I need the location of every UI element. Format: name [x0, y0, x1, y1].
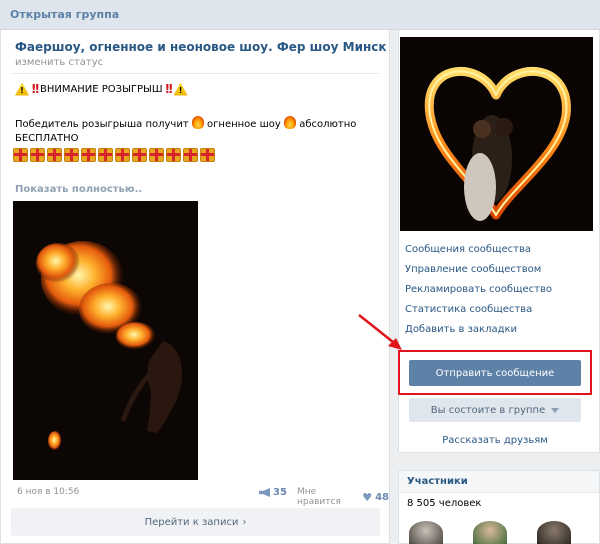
gift-icon — [115, 148, 130, 162]
gift-icon — [200, 148, 215, 162]
gift-icon — [166, 148, 181, 162]
post-date[interactable]: 6 ноя в 10:56 — [17, 487, 79, 497]
community-menu: Сообщения сообщества Управление сообщест… — [405, 243, 552, 343]
share-button[interactable]: 35 — [259, 487, 287, 498]
post-photo[interactable] — [13, 201, 198, 480]
flame-icon — [284, 116, 296, 129]
menu-item-statistics[interactable]: Статистика сообщества — [405, 303, 552, 323]
menu-item-advertise[interactable]: Рекламировать сообщество — [405, 283, 552, 303]
member-avatar[interactable] — [537, 521, 571, 544]
goto-post-label: Перейти к записи — [144, 516, 239, 528]
members-card: Участники 8 505 человек — [398, 470, 600, 544]
menu-item-messages[interactable]: Сообщения сообщества — [405, 243, 552, 263]
announcement-text: ВНИМАНИЕ РОЗЫГРЫШ — [39, 83, 163, 95]
send-message-button[interactable]: Отправить сообщение — [409, 360, 581, 386]
community-card: Сообщения сообщества Управление сообщест… — [398, 30, 600, 453]
gift-icon — [64, 148, 79, 162]
members-title[interactable]: Участники — [399, 471, 599, 493]
megaphone-icon — [259, 488, 270, 497]
post-text: Победитель розыгрыша получит огненное шо… — [15, 116, 375, 146]
post-text-part1: Победитель розыгрыша получит — [15, 119, 189, 130]
chevron-down-icon — [551, 407, 560, 413]
gift-icon — [30, 148, 45, 162]
like-button[interactable]: Мне нравится ♥ 48 — [297, 487, 389, 507]
menu-item-bookmark[interactable]: Добавить в закладки — [405, 323, 552, 343]
flame-icon — [191, 116, 204, 129]
group-type-label: Открытая группа — [10, 8, 120, 21]
post-panel: Фаершоу, огненное и неоновое шоу. Фер шо… — [0, 30, 390, 544]
gift-icon — [183, 148, 198, 162]
edit-status-link[interactable]: изменить статус — [15, 57, 103, 68]
fire-breather-image — [13, 201, 198, 480]
exclamation-icon: !! — [31, 82, 40, 96]
gift-icon — [98, 148, 113, 162]
warning-icon: ! — [15, 82, 29, 96]
divider — [11, 73, 379, 74]
chevron-right-icon: › — [242, 516, 247, 528]
right-column: Сообщения сообщества Управление сообщест… — [398, 30, 600, 544]
announcement-line: ! !! ВНИМАНИЕ РОЗЫГРЫШ !! ! — [15, 82, 188, 96]
members-count[interactable]: 8 505 человек — [407, 498, 481, 509]
share-count: 35 — [273, 487, 287, 498]
gift-icon — [81, 148, 96, 162]
membership-dropdown[interactable]: Вы состоите в группе — [409, 398, 581, 422]
gift-icon — [47, 148, 62, 162]
group-title: Фаершоу, огненное и неоновое шоу. Фер шо… — [15, 40, 387, 54]
gift-icon — [13, 148, 28, 162]
membership-label: Вы состоите в группе — [430, 404, 546, 416]
tell-friends-link[interactable]: Рассказать друзьям — [399, 435, 591, 446]
warning-icon: ! — [173, 82, 188, 96]
exclamation-icon: !! — [164, 82, 174, 96]
gift-emoji-row — [13, 148, 215, 162]
post-text-part2: огненное шоу — [207, 119, 281, 130]
gift-icon — [132, 148, 147, 162]
member-avatar[interactable] — [473, 521, 507, 544]
menu-item-manage[interactable]: Управление сообществом — [405, 263, 552, 283]
like-label: Мне нравится — [297, 487, 341, 507]
show-more-link[interactable]: Показать полностью.. — [15, 184, 142, 195]
red-arrow-icon — [358, 314, 402, 350]
heart-icon: ♥ — [362, 490, 373, 504]
goto-post-button[interactable]: Перейти к записи › — [11, 508, 380, 536]
like-count: 48 — [375, 491, 389, 503]
fire-heart-image — [400, 37, 593, 231]
gift-icon — [149, 148, 164, 162]
group-type-header: Открытая группа — [0, 0, 600, 30]
member-avatar[interactable] — [409, 521, 443, 544]
community-avatar[interactable] — [400, 37, 593, 231]
